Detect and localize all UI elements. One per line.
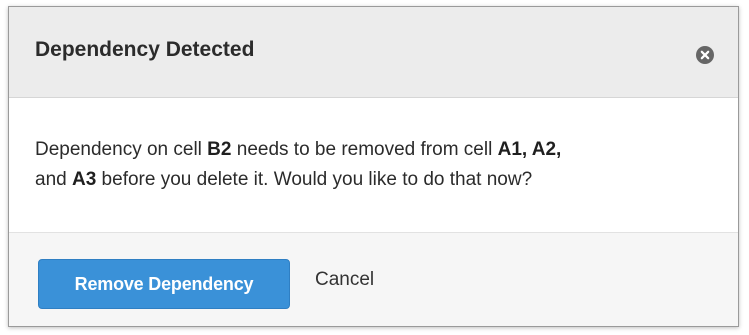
message-text: and (35, 169, 72, 190)
message-text: needs to be removed from cell (231, 139, 498, 160)
message-text: before you delete it. Would you like to … (96, 169, 533, 190)
source-cell: B2 (207, 139, 232, 160)
close-button[interactable] (696, 46, 714, 64)
dialog-footer: Remove Dependency Cancel (9, 233, 738, 326)
close-circle-icon (696, 46, 714, 64)
message-text: Dependency on cell (35, 139, 208, 160)
dialog-header: Dependency Detected (9, 7, 738, 98)
remove-dependency-button[interactable]: Remove Dependency (38, 259, 290, 309)
dialog-title: Dependency Detected (35, 38, 255, 61)
dialog-message: Dependency on cell B2 needs to be remove… (35, 135, 716, 195)
target-cells: A1, A2, (497, 139, 562, 160)
dependency-dialog: Dependency Detected Dependency on cell B… (8, 6, 739, 327)
last-target-cell: A3 (71, 169, 97, 190)
cancel-button[interactable]: Cancel (315, 269, 374, 291)
dialog-body: Dependency on cell B2 needs to be remove… (9, 98, 738, 233)
